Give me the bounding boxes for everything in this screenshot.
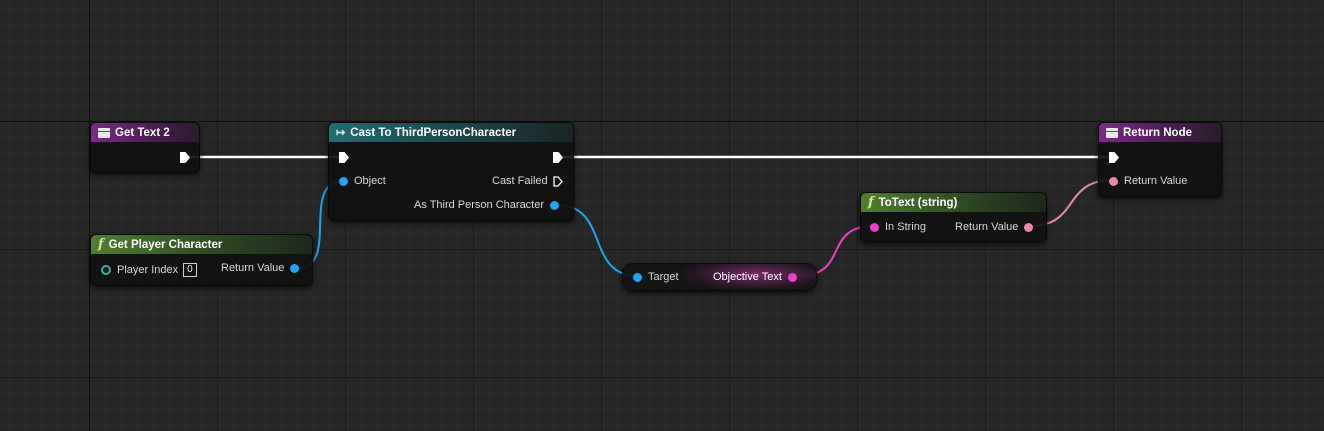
exec-input-pin[interactable] [1109,152,1119,163]
player-index-field[interactable]: 0 [183,263,197,277]
node-get-player-character[interactable]: f Get Player Character Player Index 0 Re… [90,234,313,286]
function-result-icon [1106,127,1118,138]
objective-text-output[interactable]: Objective Text [713,271,797,283]
cast-arrow-icon: ↦ [336,127,346,139]
player-index-input[interactable]: Player Index 0 [101,263,197,277]
in-string-input[interactable]: In String [870,221,926,233]
node-cast-to-third-person-character[interactable]: ↦ Cast To ThirdPersonCharacter Object Ca… [328,122,574,221]
exec-pin-icon[interactable] [339,152,349,163]
exec-pin-icon[interactable] [180,152,190,163]
pin-label: Player Index [117,264,179,276]
object-output-pin[interactable] [550,200,560,210]
node-header[interactable]: f Get Player Character [91,235,312,254]
exec-pin-icon[interactable] [553,152,563,163]
node-get-objective-text[interactable]: Target Objective Text [622,263,817,291]
node-title: ToText (string) [878,196,958,209]
cast-failed-output[interactable]: Cast Failed [492,175,563,187]
function-entry-icon [98,127,110,138]
function-icon: f [868,195,874,210]
pin-label: In String [885,221,926,233]
node-get-text-entry[interactable]: Get Text 2 [90,122,200,173]
exec-output-pin[interactable] [180,152,190,163]
object-input-pin[interactable] [633,272,642,282]
pin-label: As Third Person Character [414,199,545,211]
pin-label: Objective Text [713,271,782,283]
exec-hollow-pin-icon[interactable] [552,175,563,187]
exec-input-pin[interactable] [339,152,349,163]
string-output-pin[interactable] [787,272,797,282]
target-input[interactable]: Target [633,271,679,283]
int-input-pin[interactable] [101,265,111,275]
object-input[interactable]: Object [339,175,386,187]
node-header[interactable]: f ToText (string) [861,193,1046,212]
node-header[interactable]: Get Text 2 [91,123,199,142]
object-input-pin[interactable] [339,176,348,186]
node-header[interactable]: Return Node [1099,123,1221,142]
exec-pin-icon[interactable] [1109,152,1119,163]
return-value-output[interactable]: Return Value [221,262,300,274]
text-input-pin[interactable] [1109,176,1118,186]
pin-label: Target [648,271,679,283]
node-return[interactable]: Return Node Return Value [1098,122,1222,197]
pin-label: Object [354,175,386,187]
function-icon: f [98,237,104,252]
node-title: Get Text 2 [115,126,170,139]
node-to-text-string[interactable]: f ToText (string) In String Return Value [860,192,1047,242]
node-header[interactable]: ↦ Cast To ThirdPersonCharacter [329,123,573,142]
pin-label: Return Value [1124,175,1188,187]
return-value-output[interactable]: Return Value [955,221,1034,233]
pin-label: Cast Failed [492,175,548,187]
string-input-pin[interactable] [870,222,879,232]
as-character-output[interactable]: As Third Person Character [414,199,560,211]
object-output-pin[interactable] [290,263,300,273]
pin-label: Return Value [955,221,1019,233]
pin-label: Return Value [221,262,285,274]
node-title: Return Node [1123,126,1192,139]
exec-output-pin[interactable] [553,152,563,163]
node-title: Get Player Character [108,238,223,251]
node-title: Cast To ThirdPersonCharacter [350,126,517,139]
return-value-input[interactable]: Return Value [1109,175,1187,187]
wire-layer [190,155,1114,277]
text-output-pin[interactable] [1024,222,1034,232]
